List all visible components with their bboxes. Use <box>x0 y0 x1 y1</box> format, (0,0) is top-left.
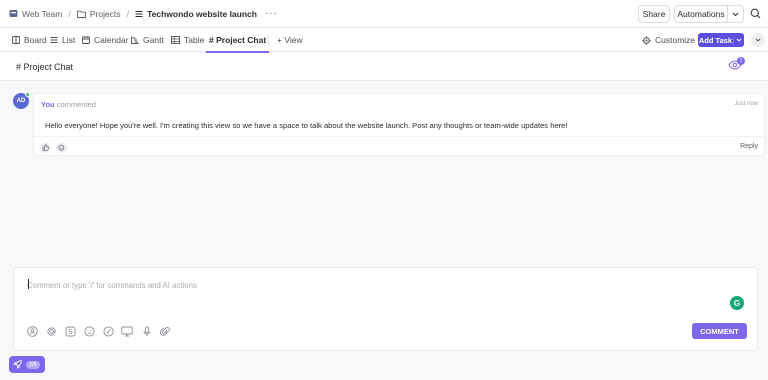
avatar[interactable]: AD <box>13 92 30 109</box>
screen-record-icon[interactable] <box>121 325 133 337</box>
breadcrumb-label: Projects <box>89 8 121 19</box>
mention-icon[interactable] <box>45 325 57 337</box>
calendar-icon <box>82 36 94 44</box>
chat-header: # Project Chat 1 <box>0 53 768 81</box>
add-reaction-icon[interactable] <box>56 142 67 153</box>
view-tabs-bar: Board List Calendar Gantt Table # Projec… <box>0 28 768 53</box>
breadcrumb-separator: / <box>126 8 130 19</box>
tab-label: # Project Chat <box>209 35 267 45</box>
automations-label: Automations <box>675 6 728 22</box>
progress-badge: 2/5 <box>26 360 40 369</box>
comment-author[interactable]: You <box>41 100 55 109</box>
add-task-button[interactable]: Add Task <box>698 33 744 47</box>
microphone-icon[interactable] <box>141 325 153 337</box>
customize-label: Customize <box>655 35 696 45</box>
assign-icon[interactable] <box>26 325 38 337</box>
reply-button[interactable]: Reply <box>740 143 758 150</box>
breadcrumb-label: Techwondo website launch <box>147 8 257 19</box>
thumbs-up-icon[interactable] <box>40 142 51 153</box>
comment-composer: G COMMENT <box>13 267 758 351</box>
submit-comment-button[interactable]: COMMENT <box>692 323 747 339</box>
attach-icon[interactable] <box>159 325 171 337</box>
comment-input[interactable] <box>27 278 627 292</box>
tab-label: Calendar <box>94 35 129 45</box>
chevron-down-icon[interactable] <box>728 12 743 17</box>
slash-command-icon[interactable] <box>102 325 114 337</box>
list-icon <box>50 36 62 44</box>
list-icon <box>135 10 143 18</box>
tab-label: Gantt <box>143 35 164 45</box>
tab-list[interactable]: List <box>50 28 75 52</box>
comment-author-line: You commented <box>41 100 96 109</box>
grammarly-icon[interactable]: G <box>730 296 744 310</box>
breadcrumb-label: Web Team <box>22 8 63 19</box>
breadcrumb: Web Team / Projects / Techwondo website … <box>9 0 278 28</box>
share-button[interactable]: Share <box>638 5 670 23</box>
gantt-icon <box>131 36 143 44</box>
online-status-indicator <box>25 92 30 97</box>
text-caret <box>28 279 29 289</box>
breadcrumb-item-web-team[interactable]: Web Team <box>9 9 62 19</box>
top-bar: Web Team / Projects / Techwondo website … <box>0 0 768 28</box>
divider <box>268 35 269 46</box>
watchers-count-badge: 1 <box>737 57 745 65</box>
comment-card: You commented Just now Hello everyone! H… <box>33 93 765 156</box>
tab-project-chat[interactable]: # Project Chat <box>205 28 270 53</box>
collapse-toolbar-button[interactable] <box>751 33 765 47</box>
customize-button[interactable]: Customize <box>642 28 695 52</box>
board-icon <box>12 36 24 44</box>
tab-board[interactable]: Board <box>12 28 47 52</box>
more-options-icon[interactable]: ··· <box>265 8 278 19</box>
watchers-button[interactable]: 1 <box>728 57 745 72</box>
tab-table[interactable]: Table <box>171 28 204 52</box>
avatar-initials: AD <box>16 98 26 104</box>
comment-footer: Reply <box>34 136 764 156</box>
page-title: # Project Chat <box>16 62 74 72</box>
folder-icon <box>76 10 86 18</box>
table-icon <box>171 36 184 44</box>
emoji-sticker-icon[interactable] <box>64 325 76 337</box>
breadcrumb-separator: / <box>68 8 71 19</box>
emoji-icon[interactable] <box>83 325 95 337</box>
comment-text: Hello everyone! Hope you're well. I'm cr… <box>45 121 568 130</box>
add-task-label: Add Task <box>698 35 734 45</box>
chevron-down-icon[interactable] <box>734 38 744 42</box>
tab-label: Board <box>24 35 47 45</box>
breadcrumb-item-list[interactable]: Techwondo website launch <box>135 9 257 19</box>
gear-icon <box>642 35 655 45</box>
search-icon[interactable] <box>750 8 761 21</box>
automations-button[interactable]: Automations <box>674 5 744 23</box>
tab-gantt[interactable]: Gantt <box>131 28 164 52</box>
rocket-icon <box>13 360 22 369</box>
tab-label: List <box>62 35 76 45</box>
tab-label: Table <box>184 35 205 45</box>
comment-timestamp: Just now <box>734 101 758 107</box>
add-view-button[interactable]: + View <box>277 28 303 52</box>
onboarding-launcher-button[interactable]: 2/5 <box>9 356 45 373</box>
comment-action: commented <box>56 100 96 109</box>
tab-calendar[interactable]: Calendar <box>82 28 129 52</box>
workspace-icon <box>9 9 18 18</box>
breadcrumb-item-projects[interactable]: Projects <box>76 8 121 19</box>
chevron-down-icon <box>755 38 761 42</box>
